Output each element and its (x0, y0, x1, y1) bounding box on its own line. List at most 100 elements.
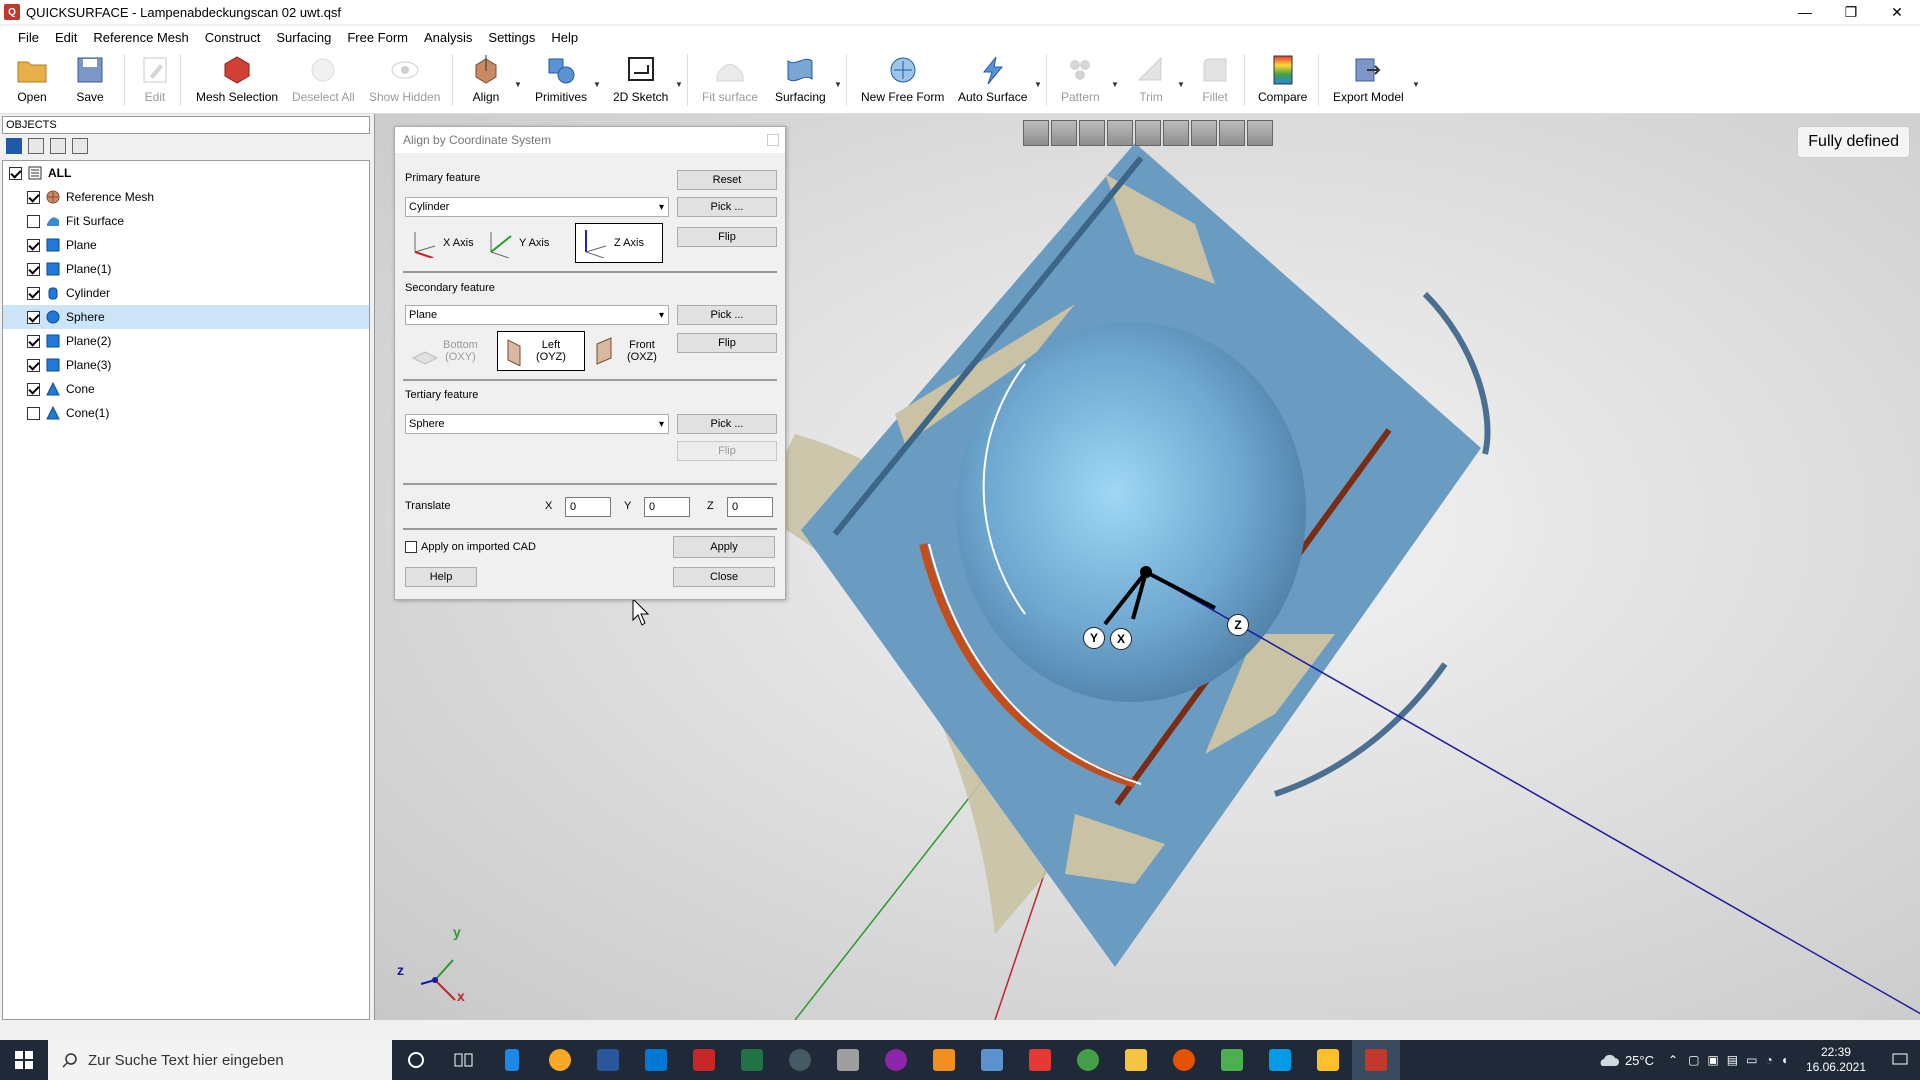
close-window-button[interactable]: ✕ (1874, 0, 1920, 24)
align-button[interactable]: Align (470, 54, 502, 112)
export-model-button[interactable]: Export Model (1333, 54, 1404, 112)
tree-item-plane[interactable]: Plane (3, 233, 369, 257)
compare-button[interactable]: Compare (1258, 54, 1307, 112)
battery-icon[interactable]: ▭ (1746, 1053, 1757, 1067)
gizmo-z-label[interactable]: Z (1227, 614, 1249, 636)
sketch-2d-button[interactable]: 2D Sketch (613, 54, 668, 112)
taskbar-app-blue-icon[interactable] (488, 1040, 536, 1080)
pattern-button[interactable]: Pattern (1061, 54, 1100, 112)
secondary-feature-select[interactable]: Plane ▾ (405, 305, 669, 325)
tertiary-feature-select[interactable]: Sphere ▾ (405, 414, 669, 434)
taskbar-app-globe-icon[interactable] (776, 1040, 824, 1080)
filter-icon[interactable] (72, 138, 88, 154)
menu-reference-mesh[interactable]: Reference Mesh (85, 30, 196, 45)
show-hidden-button[interactable]: Show Hidden (369, 54, 440, 112)
tree-item-cone[interactable]: Cone (3, 377, 369, 401)
view-left-icon[interactable] (1107, 120, 1133, 146)
checkbox[interactable] (27, 406, 40, 420)
checkbox[interactable] (27, 358, 40, 372)
minimize-button[interactable]: — (1782, 0, 1828, 24)
tree-item-plane-3[interactable]: Plane(3) (3, 353, 369, 377)
auto-surface-button[interactable]: Auto Surface (958, 54, 1027, 112)
view-bottom-icon[interactable] (1191, 120, 1217, 146)
auto-surface-dropdown-icon[interactable]: ▼ (1034, 80, 1042, 89)
surfacing-dropdown-icon[interactable]: ▼ (834, 80, 842, 89)
tree-view-icon[interactable] (28, 138, 44, 154)
checkbox[interactable] (9, 166, 22, 180)
chevron-up-icon[interactable]: ⌃ (1668, 1053, 1678, 1067)
y-axis-option[interactable]: Y Axis (481, 223, 563, 263)
trim-button[interactable]: Trim (1135, 54, 1167, 112)
temperature[interactable]: 25°C (1625, 1053, 1654, 1068)
checkbox[interactable] (27, 238, 40, 252)
quicksurface-taskbar-icon[interactable] (1352, 1040, 1400, 1080)
zoom-fit-icon[interactable] (1023, 120, 1049, 146)
tree-item-plane-1[interactable]: Plane(1) (3, 257, 369, 281)
tree-item-cone-1[interactable]: Cone(1) (3, 401, 369, 425)
view-top-icon[interactable] (1163, 120, 1189, 146)
gizmo-y-label[interactable]: Y (1083, 627, 1105, 649)
taskbar-app-red-icon[interactable] (680, 1040, 728, 1080)
expand-icon[interactable] (50, 138, 66, 154)
export-dropdown-icon[interactable]: ▼ (1412, 80, 1420, 89)
dialog-close-icon[interactable] (767, 134, 779, 146)
tree-item-sphere[interactable]: Sphere (3, 305, 369, 329)
taskbar-search[interactable]: Zur Suche Text hier eingeben (48, 1040, 392, 1080)
primitives-dropdown-icon[interactable]: ▼ (593, 80, 601, 89)
mesh-selection-button[interactable]: Mesh Selection (196, 54, 278, 112)
fit-surface-button[interactable]: Fit surface (702, 54, 758, 112)
checkbox[interactable] (27, 190, 40, 204)
start-button[interactable] (0, 1040, 48, 1080)
menu-settings[interactable]: Settings (480, 30, 543, 45)
tray-icon-3[interactable]: ▤ (1727, 1053, 1738, 1067)
cortana-icon[interactable] (392, 1040, 440, 1080)
left-oyz-option[interactable]: Left (OYZ) (497, 331, 585, 371)
view-iso-icon[interactable] (1219, 120, 1245, 146)
taskbar-app-cyan-icon[interactable] (1256, 1040, 1304, 1080)
dialog-title-bar[interactable]: Align by Coordinate System (395, 127, 785, 153)
translate-y-input[interactable]: 0 (644, 497, 690, 517)
outlook-icon[interactable] (632, 1040, 680, 1080)
open-button[interactable]: Open (16, 54, 48, 112)
reset-button[interactable]: Reset (677, 170, 777, 190)
wifi-icon[interactable]: ◔ (1765, 1053, 1772, 1067)
menu-free-form[interactable]: Free Form (339, 30, 416, 45)
taskbar-app-folder-icon[interactable] (1304, 1040, 1352, 1080)
list-view-icon[interactable] (6, 138, 22, 154)
fillet-button[interactable]: Fillet (1199, 54, 1231, 112)
menu-analysis[interactable]: Analysis (416, 30, 480, 45)
file-explorer-icon[interactable] (1112, 1040, 1160, 1080)
volume-icon[interactable]: ◖ (1781, 1053, 1788, 1067)
taskbar-app-cube-icon[interactable] (1016, 1040, 1064, 1080)
primary-feature-select[interactable]: Cylinder ▾ (405, 197, 669, 217)
bottom-oxy-option[interactable]: Bottom (OXY) (405, 331, 493, 371)
view-back-icon[interactable] (1079, 120, 1105, 146)
menu-file[interactable]: File (10, 30, 47, 45)
tree-item-plane-2[interactable]: Plane(2) (3, 329, 369, 353)
checkbox[interactable] (27, 262, 40, 276)
checkbox[interactable] (27, 214, 40, 228)
apply-button[interactable]: Apply (673, 536, 775, 558)
new-free-form-button[interactable]: New Free Form (861, 54, 944, 112)
translate-x-input[interactable]: 0 (565, 497, 611, 517)
view-front-icon[interactable] (1051, 120, 1077, 146)
checkbox[interactable] (27, 382, 40, 396)
tree-item-fit-surface[interactable]: Fit Surface (3, 209, 369, 233)
z-axis-option[interactable]: Z Axis (575, 223, 663, 263)
edit-button[interactable]: Edit (139, 54, 171, 112)
align-dropdown-icon[interactable]: ▼ (514, 80, 522, 89)
gizmo-x-label[interactable]: X (1110, 628, 1132, 650)
help-button[interactable]: Help (405, 567, 477, 587)
tertiary-pick-button[interactable]: Pick ... (677, 414, 777, 434)
tray-icon-2[interactable]: ▣ (1707, 1053, 1718, 1067)
surfacing-button[interactable]: Surfacing (775, 54, 826, 112)
chrome-icon[interactable] (1064, 1040, 1112, 1080)
taskbar-app-green-icon[interactable] (1208, 1040, 1256, 1080)
checkbox[interactable] (27, 286, 40, 300)
pattern-dropdown-icon[interactable]: ▼ (1111, 80, 1119, 89)
secondary-pick-button[interactable]: Pick ... (677, 305, 777, 325)
taskbar-app-plane-icon[interactable] (968, 1040, 1016, 1080)
taskbar-app-orange-icon[interactable] (920, 1040, 968, 1080)
restore-button[interactable]: ❐ (1828, 0, 1874, 24)
taskbar-app-gray-icon[interactable] (824, 1040, 872, 1080)
